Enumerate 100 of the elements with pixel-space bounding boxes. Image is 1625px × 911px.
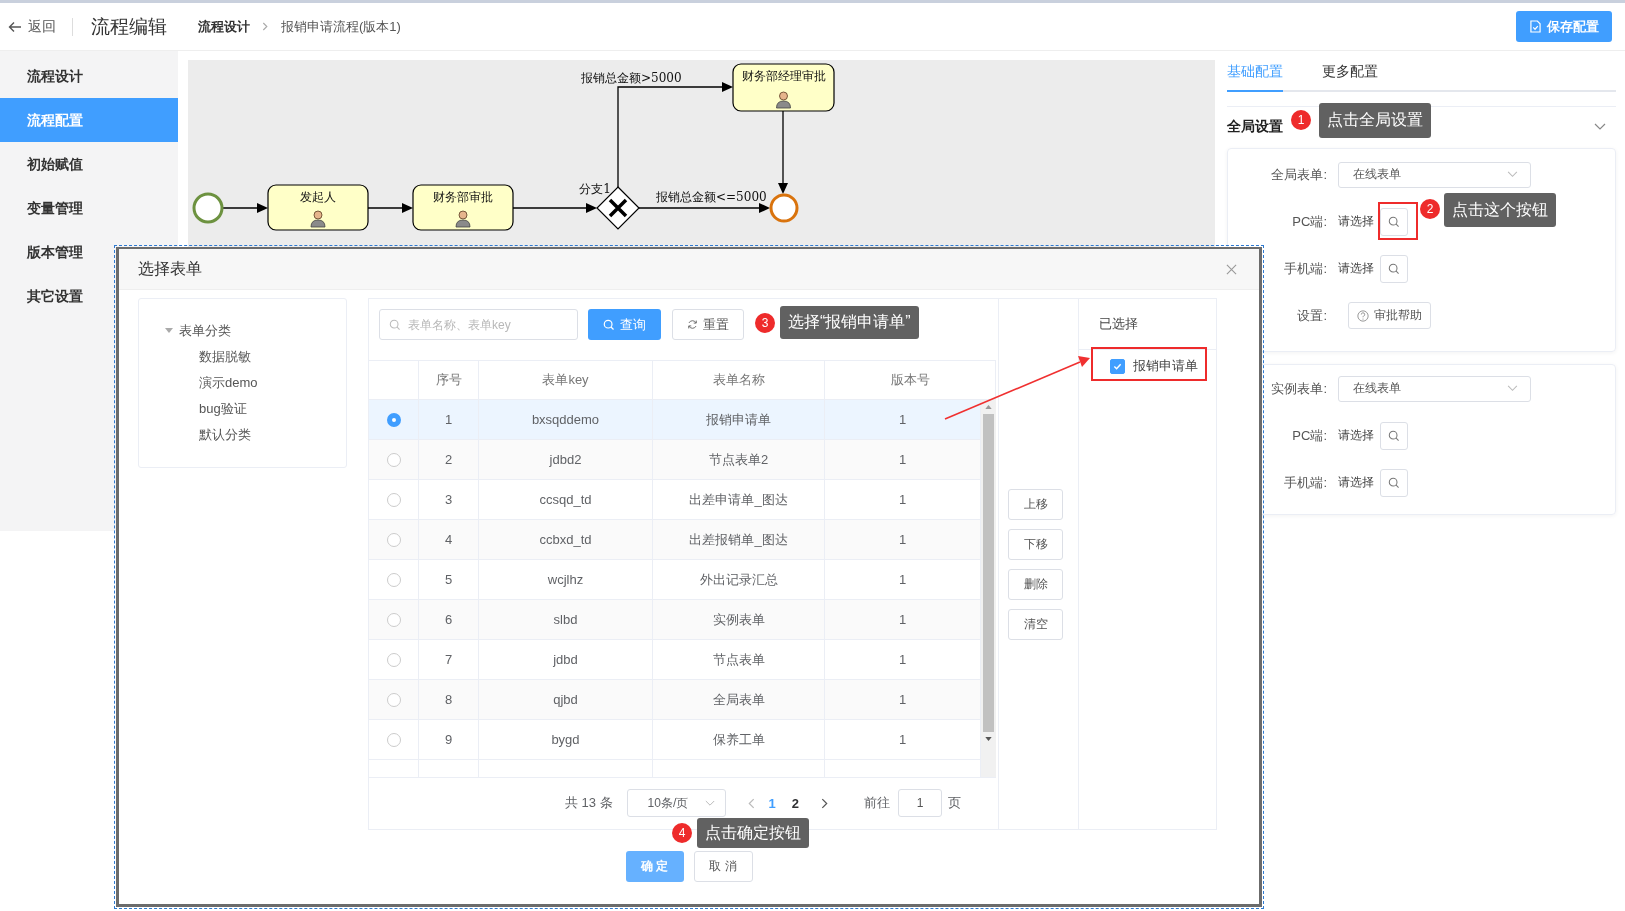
search-icon[interactable] (603, 318, 615, 331)
guide-tooltip: 点击确定按钮 (697, 818, 809, 848)
cancel-button[interactable]: 取 消 (693, 851, 753, 882)
task-node[interactable] (267, 184, 369, 231)
select-field[interactable]: 在线表单 (1338, 375, 1531, 402)
list-action-button[interactable]: 上移 (1008, 488, 1063, 520)
table-cell: 6 (444, 612, 453, 627)
radio-button[interactable] (386, 532, 401, 547)
select-field[interactable]: 在线表单 (1338, 161, 1531, 188)
total-count: 共 13 条 (564, 794, 613, 812)
field-label: 手机端: (1283, 473, 1327, 492)
table-cell: 报销申请单 (706, 410, 771, 429)
table-cell: 1 (898, 572, 907, 587)
selected-item[interactable]: 报销申请单 (1133, 357, 1198, 375)
page-size-select[interactable]: 10条/页 (626, 789, 726, 817)
table-cell: 1 (898, 732, 907, 747)
table-row[interactable]: 8 qjbd 全局表单 1 (369, 680, 981, 720)
table-cell: bygd (551, 732, 580, 747)
next-page-icon[interactable] (821, 797, 828, 809)
tree-item[interactable]: bug验证 (139, 396, 247, 422)
field-value: 请选择 (1338, 213, 1374, 230)
task-label: 发起人 (300, 190, 336, 204)
task-label: 财务部审批 (433, 190, 493, 204)
chevron-down-icon[interactable] (704, 799, 715, 807)
sidebar-item[interactable]: 变量管理 (0, 186, 178, 230)
page-input[interactable]: 1 (898, 789, 942, 817)
search-button[interactable] (1380, 207, 1408, 236)
table-cell: 出差申请单_图达 (689, 490, 788, 509)
flow-arrow (222, 203, 268, 213)
help-button[interactable]: 审批帮助 (1348, 302, 1431, 329)
arrow-left-icon[interactable] (8, 19, 22, 34)
radio-button[interactable] (386, 732, 401, 747)
breadcrumb-item[interactable]: 流程设计 (198, 17, 250, 36)
list-action-button[interactable]: 下移 (1008, 528, 1063, 560)
section-title: 全局设置 (1227, 118, 1283, 136)
search-icon[interactable] (1388, 215, 1400, 228)
table-cell: ccsqd_td (539, 492, 592, 507)
scrollbar[interactable] (981, 400, 996, 777)
table-row[interactable]: 6 slbd 实例表单 1 (369, 600, 981, 640)
table-row[interactable]: 9 bygd 保养工单 1 (369, 720, 981, 760)
tree-item[interactable]: 默认分类 (139, 422, 251, 448)
table-row[interactable]: 2 jdbd2 节点表单2 1 (369, 440, 981, 480)
page-number[interactable]: 2 (791, 795, 799, 811)
radio-button[interactable] (386, 612, 401, 627)
field-label: 实例表单: (1270, 379, 1327, 398)
table-cell: 1 (898, 532, 907, 547)
page-unit: 页 (948, 794, 961, 812)
search-icon[interactable] (1388, 476, 1400, 489)
back-link[interactable]: 返回 (0, 17, 56, 36)
end-event[interactable] (769, 193, 799, 223)
prev-page-icon[interactable] (747, 797, 755, 809)
search-field[interactable]: 表单名称、表单key (379, 309, 578, 340)
tree-item[interactable]: 表单分类 (179, 322, 231, 340)
table-row[interactable]: 1 bxsqddemo 报销申请单 1 (369, 400, 981, 440)
help-icon[interactable] (1357, 309, 1369, 322)
tree-item[interactable]: 演示demo (139, 370, 258, 396)
chevron-right-icon (262, 22, 269, 31)
table-cell: 4 (444, 532, 453, 547)
search-button[interactable] (1380, 421, 1408, 450)
radio-button[interactable] (386, 492, 401, 507)
document-icon[interactable] (1529, 20, 1541, 33)
table-cell: 3 (444, 492, 453, 507)
table-row[interactable]: 4 ccbxd_td 出差报销单_图达 1 (369, 520, 981, 560)
radio-button[interactable] (386, 692, 401, 707)
edge-label: 报销总金额<=5000 (656, 190, 767, 204)
list-action-button[interactable]: 删除 (1008, 568, 1063, 600)
close-icon[interactable] (1226, 263, 1237, 275)
start-event[interactable] (192, 192, 224, 224)
guide-tooltip: 选择“报销申请单” (780, 306, 919, 339)
page-title: 流程编辑 (91, 14, 167, 39)
person-icon (310, 210, 326, 228)
search-button[interactable] (1380, 254, 1408, 283)
scroll-down-icon[interactable] (985, 737, 992, 741)
search-icon[interactable] (1388, 429, 1400, 442)
chevron-down-icon[interactable] (1507, 385, 1518, 392)
table-cell: ccbxd_td (539, 532, 592, 547)
table-cell: 全局表单 (712, 690, 765, 709)
search-button[interactable] (1380, 468, 1408, 497)
caret-icon[interactable] (165, 328, 173, 334)
refresh-icon[interactable] (687, 319, 698, 330)
reset-button[interactable]: 重置 (672, 309, 744, 340)
field-label: 全局表单: (1270, 165, 1327, 184)
radio-button[interactable] (386, 652, 401, 667)
task-node[interactable] (732, 63, 835, 112)
scroll-up-icon[interactable] (985, 405, 992, 409)
radio-button[interactable] (386, 412, 401, 427)
tab[interactable]: 更多配置 (1322, 52, 1378, 90)
chevron-icon[interactable] (1594, 123, 1606, 131)
task-node[interactable] (412, 184, 514, 231)
person-icon (776, 91, 791, 109)
radio-button[interactable] (386, 572, 401, 587)
chevron-down-icon[interactable] (1507, 171, 1518, 178)
list-action-button[interactable]: 清空 (1008, 608, 1063, 640)
tree-item[interactable]: 数据脱敏 (139, 344, 251, 370)
table-cell: 1 (898, 612, 907, 627)
sidebar-item[interactable]: 初始赋值 (0, 142, 178, 186)
search-icon[interactable] (1388, 262, 1400, 275)
sidebar-item[interactable]: 流程设计 (0, 54, 178, 98)
radio-button[interactable] (386, 452, 401, 467)
table-cell: 1 (898, 652, 907, 667)
